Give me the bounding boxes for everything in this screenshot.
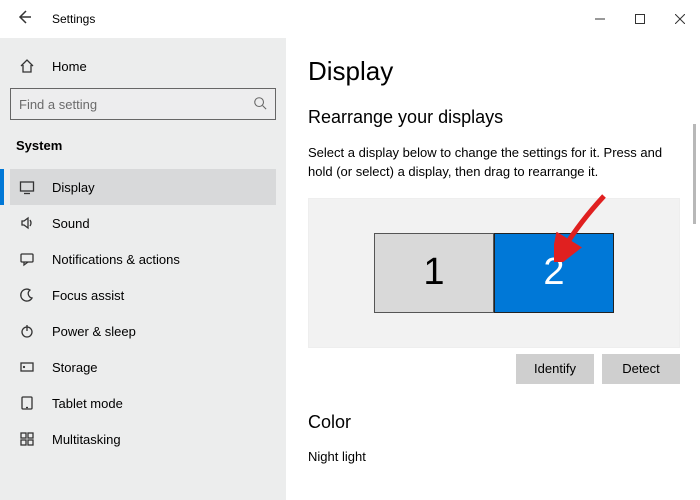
tablet-icon xyxy=(16,395,38,411)
page-title: Display xyxy=(308,56,700,87)
sidebar-item-multitasking[interactable]: Multitasking xyxy=(10,421,276,457)
display-arrangement-canvas[interactable]: 1 2 xyxy=(308,198,680,348)
scrollbar[interactable] xyxy=(693,124,696,224)
rearrange-heading: Rearrange your displays xyxy=(308,107,700,128)
sidebar-item-display[interactable]: Display xyxy=(10,169,276,205)
rearrange-description: Select a display below to change the set… xyxy=(308,144,678,182)
search-input[interactable]: Find a setting xyxy=(10,88,276,120)
sidebar-item-notifications[interactable]: Notifications & actions xyxy=(10,241,276,277)
sidebar-item-tablet-mode[interactable]: Tablet mode xyxy=(10,385,276,421)
close-button[interactable] xyxy=(660,0,700,38)
multitask-icon xyxy=(16,431,38,447)
sidebar-item-power-sleep[interactable]: Power & sleep xyxy=(10,313,276,349)
section-label: System xyxy=(16,138,276,153)
detect-button[interactable]: Detect xyxy=(602,354,680,384)
titlebar: Settings xyxy=(0,0,700,38)
maximize-button[interactable] xyxy=(620,0,660,38)
sidebar-item-label: Multitasking xyxy=(52,432,121,447)
search-icon xyxy=(253,96,267,113)
app-title: Settings xyxy=(52,12,95,26)
sidebar-item-storage[interactable]: Storage xyxy=(10,349,276,385)
sidebar: Home Find a setting System Display Sound… xyxy=(0,38,286,500)
sidebar-item-focus-assist[interactable]: Focus assist xyxy=(10,277,276,313)
speaker-icon xyxy=(16,215,38,231)
sidebar-item-label: Display xyxy=(52,180,95,195)
moon-icon xyxy=(16,287,38,303)
identify-button[interactable]: Identify xyxy=(516,354,594,384)
night-light-label: Night light xyxy=(308,449,700,464)
sidebar-home-label: Home xyxy=(52,59,87,74)
monitor-icon xyxy=(16,179,38,195)
sidebar-item-label: Notifications & actions xyxy=(52,252,180,267)
home-icon xyxy=(16,58,38,74)
bubble-icon xyxy=(16,251,38,267)
sidebar-item-label: Power & sleep xyxy=(52,324,136,339)
storage-icon xyxy=(16,359,38,375)
power-icon xyxy=(16,323,38,339)
sidebar-item-label: Tablet mode xyxy=(52,396,123,411)
sidebar-item-label: Sound xyxy=(52,216,90,231)
sidebar-home[interactable]: Home xyxy=(10,48,276,84)
annotation-arrow-icon xyxy=(554,190,614,262)
minimize-button[interactable] xyxy=(580,0,620,38)
color-heading: Color xyxy=(308,412,700,433)
sidebar-item-label: Storage xyxy=(52,360,98,375)
main-panel: Display Rearrange your displays Select a… xyxy=(286,38,700,500)
back-icon[interactable] xyxy=(12,9,36,30)
search-placeholder: Find a setting xyxy=(19,97,253,112)
display-1[interactable]: 1 xyxy=(374,233,494,313)
sidebar-item-sound[interactable]: Sound xyxy=(10,205,276,241)
sidebar-item-label: Focus assist xyxy=(52,288,124,303)
